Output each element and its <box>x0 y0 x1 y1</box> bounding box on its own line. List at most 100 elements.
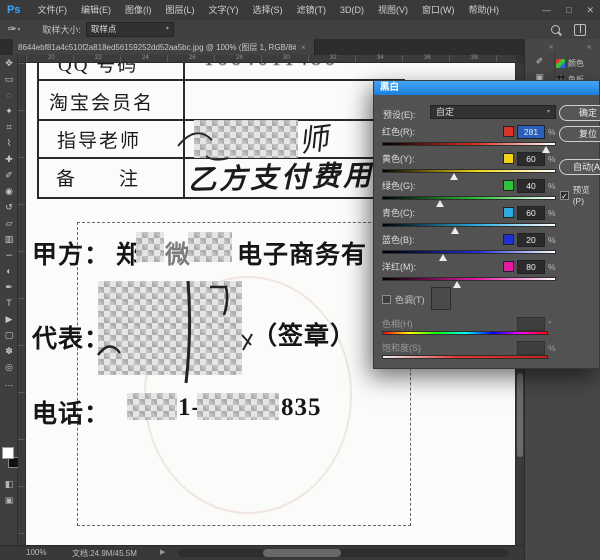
menu-item[interactable]: 帮助(H) <box>461 0 506 20</box>
channel-slider-thumb[interactable] <box>453 281 461 288</box>
eyedropper-tool[interactable]: ⌇ <box>0 135 18 151</box>
menu-item[interactable]: 视图(V) <box>371 0 415 20</box>
hand-tool[interactable]: ✽ <box>0 343 18 359</box>
channel-slider-track[interactable] <box>382 223 556 227</box>
saturation-unit: % <box>548 343 556 353</box>
party-a-label: 甲方： <box>32 235 110 271</box>
sample-size-dropdown[interactable]: 取样点 ▾ <box>86 22 174 37</box>
menu-item[interactable]: 文字(Y) <box>201 0 245 20</box>
tool-preset-icon[interactable]: ✑ <box>8 24 16 35</box>
marquee-tool[interactable]: ▭ <box>0 71 18 87</box>
channel-value-input[interactable]: 40 <box>517 179 545 193</box>
channel-slider-track[interactable] <box>382 142 556 146</box>
maximize-button[interactable]: □ <box>566 0 571 20</box>
sample-size-value: 取样点 <box>91 23 117 36</box>
crop-tool[interactable]: ⌗ <box>0 119 18 135</box>
channel-slider-thumb[interactable] <box>451 227 459 234</box>
menu-items: 文件(F)编辑(E)图像(I)图层(L)文字(Y)选择(S)滤镜(T)3D(D)… <box>30 0 506 20</box>
channel-value-input[interactable]: 281 <box>517 125 545 139</box>
menu-item[interactable]: 图像(I) <box>118 0 159 20</box>
type-tool[interactable]: T <box>0 295 18 311</box>
quick-mask-icon[interactable]: ◧ <box>0 479 18 490</box>
channel-slider-track[interactable] <box>382 169 556 173</box>
channel-label: 绿色(G): <box>382 179 416 192</box>
menu-item[interactable]: 窗口(W) <box>415 0 462 20</box>
close-button[interactable]: ✕ <box>586 0 594 20</box>
panel-tab-color[interactable]: 颜色 <box>556 55 600 71</box>
lasso-tool[interactable]: ◌ <box>0 87 18 103</box>
channel-color-swatch[interactable] <box>503 126 514 137</box>
ruler-tick-label: 26 <box>189 55 196 62</box>
menu-item[interactable]: 图层(L) <box>158 0 201 20</box>
horizontal-scrollbar-thumb[interactable] <box>263 549 341 557</box>
move-tool[interactable]: ✥ <box>0 55 18 71</box>
dialog-title[interactable]: 黑白 <box>374 81 599 95</box>
hue-slider[interactable] <box>382 331 548 335</box>
menu-item[interactable]: 选择(S) <box>245 0 289 20</box>
hue-value-input[interactable] <box>517 317 545 331</box>
channel-color-swatch[interactable] <box>503 180 514 191</box>
tint-color-swatch[interactable] <box>431 287 451 310</box>
gradient-tool[interactable]: ▥ <box>0 231 18 247</box>
channel-value-input[interactable]: 80 <box>517 260 545 274</box>
channel-value-input[interactable]: 20 <box>517 233 545 247</box>
history-brush-tool[interactable]: ↺ <box>0 199 18 215</box>
saturation-value-input[interactable] <box>517 341 545 355</box>
preview-checkbox[interactable]: ✓ <box>560 191 569 200</box>
vertical-scrollbar-thumb[interactable] <box>517 373 523 457</box>
channel-slider-thumb[interactable] <box>439 254 447 261</box>
brush-tool[interactable]: ✐ <box>0 167 18 183</box>
channel-color-swatch[interactable] <box>503 234 514 245</box>
color-swatches[interactable] <box>2 447 18 473</box>
channel-color-swatch[interactable] <box>503 261 514 272</box>
channel-color-swatch[interactable] <box>503 207 514 218</box>
channel-slider-track[interactable] <box>382 196 556 200</box>
preset-dropdown[interactable]: 自定 ▾ <box>430 105 556 119</box>
pen-tool[interactable]: ✒ <box>0 279 18 295</box>
zoom-level-field[interactable]: 100% <box>26 548 46 557</box>
screen-mode-icon[interactable]: ▣ <box>0 495 18 506</box>
channel-slider-thumb[interactable] <box>436 200 444 207</box>
shape-tool[interactable]: ▢ <box>0 327 18 343</box>
status-arrow-icon[interactable]: ▶ <box>160 548 165 556</box>
menu-item[interactable]: 3D(D) <box>333 0 371 20</box>
quick-selection-tool[interactable]: ✦ <box>0 103 18 119</box>
auto-button[interactable]: 自动(A) <box>559 159 600 175</box>
menu-item[interactable]: 编辑(E) <box>74 0 118 20</box>
menu-item[interactable]: 文件(F) <box>30 0 74 20</box>
collapse-panels-icon[interactable]: « <box>549 42 553 51</box>
ruler-tick-label: 28 <box>236 55 243 62</box>
minimize-button[interactable]: — <box>542 0 551 20</box>
saturation-slider[interactable] <box>382 355 548 359</box>
hue-unit: ° <box>548 319 556 329</box>
smudge-tool[interactable]: ∽ <box>0 247 18 263</box>
channel-slider-track[interactable] <box>382 250 556 254</box>
menu-item[interactable]: 滤镜(T) <box>289 0 333 20</box>
reset-button[interactable]: 复位 <box>559 126 600 142</box>
channel-slider-thumb[interactable] <box>450 173 458 180</box>
brush-panel-icon[interactable]: ✐ <box>525 53 554 69</box>
channel-slider-thumb[interactable] <box>542 146 550 153</box>
foreground-color-swatch[interactable] <box>2 447 14 459</box>
path-select-tool[interactable]: ▶ <box>0 311 18 327</box>
qq-label: QQ 号码 <box>58 63 138 77</box>
tint-checkbox[interactable] <box>382 295 391 304</box>
collapse-panels-icon[interactable]: « <box>587 42 591 51</box>
channel-color-swatch[interactable] <box>503 153 514 164</box>
percent-label: % <box>548 127 556 137</box>
workspace-switcher-icon[interactable] <box>574 24 586 36</box>
tab-close-icon[interactable]: × <box>301 43 306 52</box>
channel-slider-track[interactable] <box>382 277 556 281</box>
eraser-tool[interactable]: ▱ <box>0 215 18 231</box>
horizontal-scrollbar[interactable] <box>178 549 508 557</box>
ok-button[interactable]: 确定 <box>559 105 600 121</box>
spot-healing-tool[interactable]: ✚ <box>0 151 18 167</box>
clone-stamp-tool[interactable]: ◉ <box>0 183 18 199</box>
edit-toolbar[interactable]: … <box>0 375 18 391</box>
channel-value-input[interactable]: 60 <box>517 152 545 166</box>
zoom-tool[interactable]: ◎ <box>0 359 18 375</box>
dodge-tool[interactable]: ◐ <box>0 263 18 279</box>
search-icon[interactable] <box>551 25 560 34</box>
channel-value-input[interactable]: 60 <box>517 206 545 220</box>
document-tab[interactable]: 8644ebf81a4c510f2a818ed56159252dd52aa5bc… <box>13 39 315 55</box>
